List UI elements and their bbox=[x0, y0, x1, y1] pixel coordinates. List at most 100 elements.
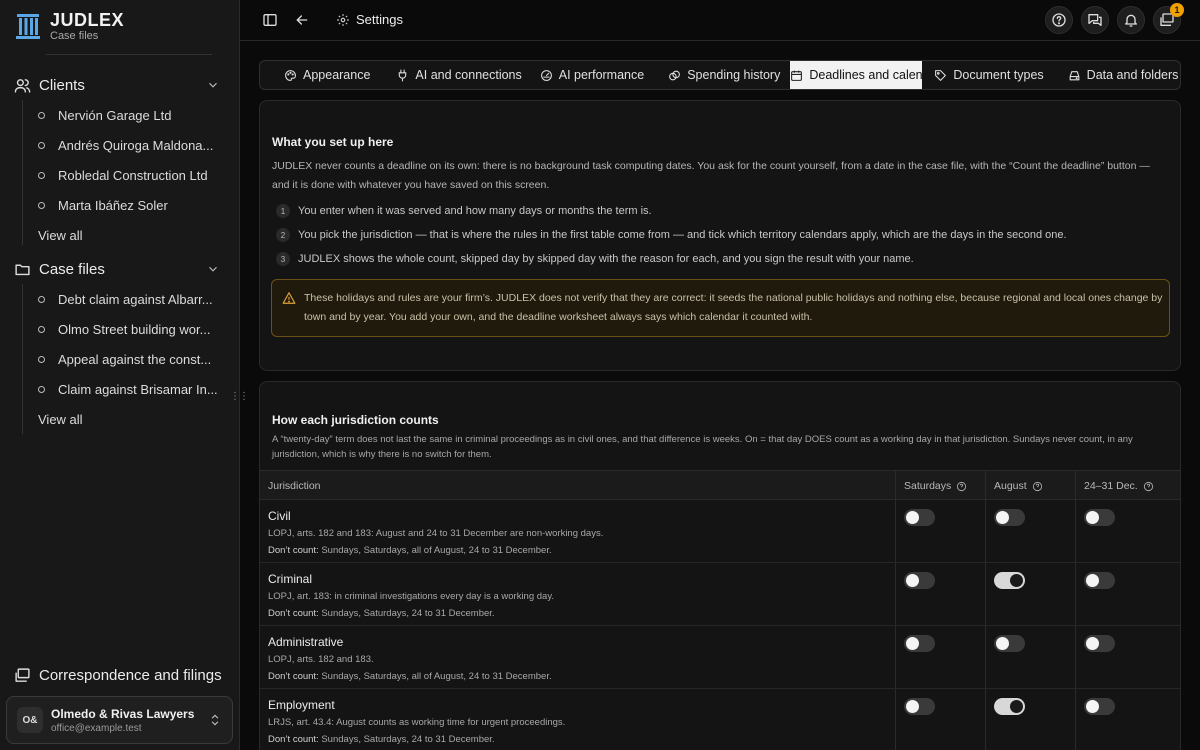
circle-icon bbox=[38, 201, 45, 209]
plug-icon bbox=[399, 69, 407, 81]
divider bbox=[46, 54, 212, 55]
saturdays-toggle[interactable] bbox=[904, 572, 935, 589]
drive-icon bbox=[1069, 70, 1080, 80]
tab-data-folders[interactable]: Data and folders bbox=[1054, 61, 1180, 89]
brand[interactable]: JUDLEX Case files bbox=[14, 10, 124, 42]
jurisdiction-name: Civil bbox=[268, 509, 291, 523]
warning-triangle-icon bbox=[282, 292, 296, 304]
august-toggle[interactable] bbox=[994, 698, 1025, 715]
table-header: Jurisdiction Saturdays August 24–31 Dec. bbox=[260, 470, 1180, 501]
dec-toggle[interactable] bbox=[1084, 509, 1115, 526]
tab-spending-history[interactable]: Spending history bbox=[654, 61, 790, 89]
jurisdiction-dont-count: Don’t count: Sundays, Saturdays, 24 to 3… bbox=[268, 608, 495, 619]
setup-step: 3 JUDLEX shows the whole count, skipped d… bbox=[276, 252, 914, 266]
section-title: How each jurisdiction counts bbox=[272, 413, 439, 427]
sidebar-item-client[interactable]: Nervión Garage Ltd bbox=[38, 104, 218, 126]
august-toggle[interactable] bbox=[994, 509, 1025, 526]
section-title: What you set up here bbox=[272, 135, 394, 149]
help-circle-icon[interactable] bbox=[1143, 481, 1154, 492]
chevron-down-icon[interactable] bbox=[206, 78, 220, 92]
jurisdiction-rule: LOPJ, arts. 182 and 183. bbox=[268, 654, 374, 665]
chevron-down-icon[interactable] bbox=[206, 262, 220, 276]
sidebar-item-client[interactable]: Andrés Quiroga Maldona... bbox=[38, 134, 218, 156]
circle-icon bbox=[38, 385, 45, 393]
sidebar: JUDLEX Case files Clients Nervión Garage… bbox=[0, 0, 240, 750]
circle-icon bbox=[38, 325, 45, 333]
tab-ai-connections[interactable]: AI and connections bbox=[380, 61, 531, 89]
toggle-knob bbox=[906, 574, 919, 587]
stacked-mail-icon bbox=[15, 667, 30, 682]
warning-callout: These holidays and rules are your firm’s… bbox=[271, 279, 1170, 337]
tree-line bbox=[22, 284, 23, 434]
saturdays-toggle[interactable] bbox=[904, 509, 935, 526]
saturdays-toggle[interactable] bbox=[904, 635, 935, 652]
sidebar-item-client[interactable]: Robledal Construction Ltd bbox=[38, 164, 218, 186]
sidebar-item-case-file[interactable]: Appeal against the const... bbox=[38, 348, 218, 370]
table-row: Civil LOPJ, arts. 182 and 183: August an… bbox=[260, 500, 1180, 563]
jurisdiction-dont-count: Don’t count: Sundays, Saturdays, 24 to 3… bbox=[268, 734, 495, 745]
avatar: O& bbox=[17, 707, 43, 733]
circle-icon bbox=[38, 171, 45, 179]
settings-tabs: Appearance AI and connections AI perform… bbox=[259, 60, 1181, 90]
circle-icon bbox=[38, 111, 45, 119]
jurisdiction-rule: LOPJ, arts. 182 and 183: August and 24 t… bbox=[268, 528, 604, 539]
brand-name: JUDLEX bbox=[50, 10, 125, 30]
gear-icon bbox=[337, 13, 349, 26]
saturdays-toggle[interactable] bbox=[904, 698, 935, 715]
case-files-view-all-link[interactable]: View all bbox=[38, 412, 83, 427]
jurisdiction-rule: LOPJ, art. 183: in criminal investigatio… bbox=[268, 591, 555, 602]
tab-appearance[interactable]: Appearance bbox=[260, 61, 380, 89]
jurisdiction-name: Employment bbox=[268, 698, 335, 712]
circle-icon bbox=[38, 295, 45, 303]
users-icon bbox=[14, 78, 31, 93]
notification-badge: 1 bbox=[1170, 3, 1184, 17]
clients-view-all-link[interactable]: View all bbox=[38, 228, 83, 243]
sidebar-item-label: Correspondence and filings bbox=[39, 666, 222, 684]
inbox-button[interactable]: 1 bbox=[1153, 3, 1184, 34]
august-toggle[interactable] bbox=[994, 635, 1025, 652]
sidebar-item-case-file[interactable]: Claim against Brisamar In... bbox=[38, 378, 218, 400]
chevrons-up-down-icon bbox=[211, 714, 219, 726]
toggle-knob bbox=[906, 637, 919, 650]
sidebar-item-case-file[interactable]: Olmo Street building wor... bbox=[38, 318, 218, 340]
help-circle-icon[interactable] bbox=[1032, 481, 1043, 492]
sidebar-toggle-icon bbox=[263, 14, 277, 26]
sidebar-section-label: Case files bbox=[39, 260, 105, 278]
tab-document-types[interactable]: Document types bbox=[922, 61, 1053, 89]
sidebar-item-case-file[interactable]: Debt claim against Albarr... bbox=[38, 288, 218, 310]
dec-toggle[interactable] bbox=[1084, 572, 1115, 589]
account-switcher[interactable]: O& Olmedo & Rivas Lawyers office@example… bbox=[6, 696, 233, 744]
setup-step: 2 You pick the jurisdiction — that is whe… bbox=[276, 228, 1067, 242]
tree-line bbox=[22, 100, 23, 245]
page-title: Settings bbox=[336, 12, 403, 27]
sidebar-resize-handle[interactable]: ⋮⋮ bbox=[230, 388, 249, 404]
toggle-sidebar-button[interactable] bbox=[260, 10, 280, 30]
notifications-button[interactable] bbox=[1117, 6, 1145, 34]
dec-toggle[interactable] bbox=[1084, 698, 1115, 715]
jurisdiction-name: Administrative bbox=[268, 635, 344, 649]
toggle-knob bbox=[906, 511, 919, 524]
help-button[interactable] bbox=[1045, 6, 1073, 34]
jurisdiction-rule: LRJS, art. 43.4: August counts as workin… bbox=[268, 717, 566, 728]
table-row: Administrative LOPJ, arts. 182 and 183. … bbox=[260, 626, 1180, 689]
jurisdiction-dont-count: Don’t count: Sundays, Saturdays, all of … bbox=[268, 671, 552, 682]
warning-text: These holidays and rules are your firm’s… bbox=[304, 292, 1163, 323]
sidebar-item-correspondence[interactable]: Correspondence and filings bbox=[14, 664, 222, 686]
column-header-dec: 24–31 Dec. bbox=[1084, 471, 1154, 501]
sidebar-section-clients[interactable]: Clients bbox=[14, 72, 226, 98]
toggle-knob bbox=[1010, 700, 1023, 713]
toggle-knob bbox=[996, 637, 1009, 650]
toggle-knob bbox=[1086, 700, 1099, 713]
dec-toggle[interactable] bbox=[1084, 635, 1115, 652]
august-toggle[interactable] bbox=[994, 572, 1025, 589]
toggle-knob bbox=[906, 700, 919, 713]
coins-icon bbox=[669, 70, 681, 80]
tab-deadlines-calendars[interactable]: Deadlines and calendars bbox=[790, 61, 923, 89]
back-button[interactable] bbox=[292, 10, 312, 30]
messages-button[interactable] bbox=[1081, 6, 1109, 34]
tab-ai-performance[interactable]: AI performance bbox=[532, 61, 654, 89]
help-circle-icon[interactable] bbox=[956, 481, 967, 492]
setup-intro: JUDLEX never counts a deadline on its ow… bbox=[272, 160, 1150, 191]
sidebar-item-client[interactable]: Marta Ibáñez Soler bbox=[38, 194, 218, 216]
sidebar-section-case-files[interactable]: Case files bbox=[14, 256, 226, 282]
